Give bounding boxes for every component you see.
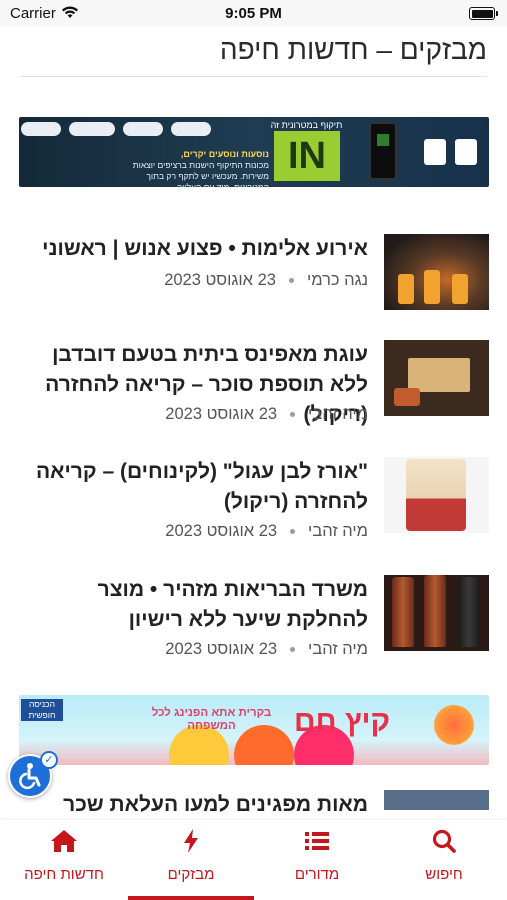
sponsor-logo [424,139,446,165]
battery-icon [469,7,498,20]
ad-banner-summer[interactable]: הכניסה חופשית בקרית אתא הפנינג לכל המשפח… [19,695,489,765]
nav-label: מדורים [294,866,340,883]
article-thumbnail[interactable] [384,457,489,533]
article-item[interactable]: משרד הבריאות מזהיר • מוצר להחלקת שיער לל… [18,575,489,665]
search-icon [381,828,507,854]
divider [20,76,487,77]
list-icon [254,828,380,854]
in-logo: IN [274,131,340,181]
ad-headline: תיקוף במטרונית זה [270,120,343,130]
article-author: מיה זהבי [308,522,368,540]
article-title[interactable]: "אורז לבן עגול" (לקינוחים) – קריאה להחזר… [18,457,368,517]
article-date: 23 אוגוסט 2023 [165,405,278,423]
article-meta: מיה זהבי 23 אוגוסט 2023 [165,405,368,424]
sponsor-logo [455,139,477,165]
nav-item-flashes[interactable]: מבזקים [128,820,254,900]
article-date: 23 אוגוסט 2023 [164,271,276,289]
nav-item-sections[interactable]: מדורים [254,820,380,900]
validator-device-image [369,122,397,180]
article-meta: נגה כרמי 23 אוגוסט 2023 [164,271,368,290]
article-date: 23 אוגוסט 2023 [165,640,278,658]
article-title[interactable]: אירוע אלימות • פצוע אנוש | ראשוני [18,234,368,264]
sponsor-logo [123,122,163,136]
article-title[interactable]: מאות מפגינים למעו העלאת שכר [18,790,368,820]
status-bar: Carrier 9:05 PM [0,0,507,26]
sponsor-logo [21,122,61,136]
separator-dot [290,529,296,535]
ad-headline: קיץ חם [294,705,391,738]
nav-label: חדשות חיפה [24,866,104,883]
separator-dot [290,412,296,418]
article-meta: מיה זהבי 23 אוגוסט 2023 [165,640,368,659]
wheelchair-icon [19,763,41,790]
sponsor-logo [171,122,211,136]
clock: 9:05 PM [225,5,282,22]
nav-label: חיפוש [425,866,463,883]
article-thumbnail[interactable] [384,340,489,416]
check-icon: ✓ [40,751,58,769]
article-item[interactable]: מאות מפגינים למעו העלאת שכר [18,790,489,820]
ad-banner-metronit[interactable]: נוסעות ונוסעים יקרים, מכונות התיקוף הישנ… [19,117,489,187]
article-meta: מיה זהבי 23 אוגוסט 2023 [165,522,368,541]
article-item[interactable]: אירוע אלימות • פצוע אנוש | ראשוני נגה כר… [18,234,489,314]
sun-icon [434,705,474,745]
article-title[interactable]: משרד הבריאות מזהיר • מוצר להחלקת שיער לל… [18,575,368,635]
separator-dot [288,278,294,284]
article-author: מיה זהבי [308,640,368,658]
article-item[interactable]: "אורז לבן עגול" (לקינוחים) – קריאה להחזר… [18,457,489,547]
ad-tagline: בקרית אתא הפנינג לכל המשפחה [151,707,272,732]
article-thumbnail[interactable] [384,790,489,810]
nav-item-haifa-news[interactable]: חדשות חיפה [1,820,127,900]
separator-dot [290,647,296,653]
article-date: 23 אוגוסט 2023 [165,522,278,540]
home-icon [1,828,127,854]
nav-label: מבזקים [167,866,215,883]
ad-subtext: נוסעות ונוסעים יקרים, מכונות התיקוף הישנ… [132,149,269,187]
bottom-nav: חיפוש מדורים מבזקים חדשות חיפה [0,820,507,900]
article-item[interactable]: עוגת מאפינס ביתית בטעם דובדבן ללא תוספת … [18,340,489,430]
lightning-icon [128,828,254,854]
article-thumbnail[interactable] [384,575,489,651]
ad-badge: הכניסה חופשית [21,699,63,721]
article-author: נגה כרמי [306,271,368,289]
nav-item-search[interactable]: חיפוש [381,820,507,900]
article-author: מיה זהבי [308,405,368,423]
sponsor-logo [69,122,115,136]
page-title: מבזקים – חדשות חיפה [219,34,487,65]
active-tab-indicator [128,896,254,900]
article-thumbnail[interactable] [384,234,489,310]
